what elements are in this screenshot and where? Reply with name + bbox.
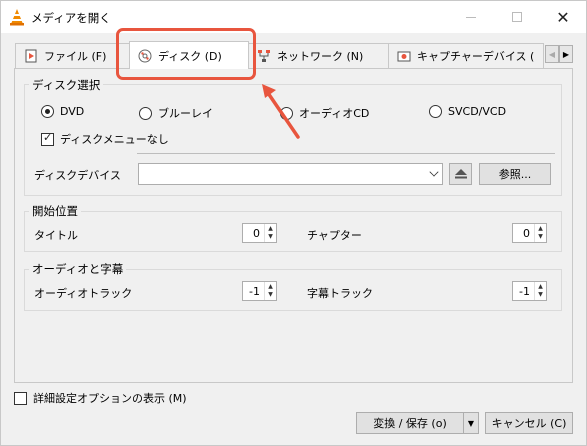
radio-svcd-vcd[interactable]: SVCD/VCD (429, 105, 506, 118)
disc-selection-title: ディスク選択 (29, 77, 104, 93)
radio-audio-cd-label: オーディオCD (299, 107, 370, 120)
subtitle-track-label: 字幕トラック (307, 287, 373, 300)
title-label: タイトル (34, 229, 78, 242)
cancel-label: キャンセル (C) (491, 417, 567, 430)
disc-device-combo[interactable] (138, 163, 443, 185)
highlight-box (116, 28, 256, 80)
close-icon: ✕ (556, 7, 570, 27)
show-advanced-options-indicator[interactable] (14, 391, 27, 405)
chevron-down-icon (429, 167, 439, 177)
audio-subtitles-title: オーディオと字幕 (29, 261, 127, 277)
tab-scroll-left-button[interactable]: ◀ (545, 45, 559, 63)
spin-arrows-icon[interactable]: ▲ ▼ (534, 282, 546, 300)
radio-bluray[interactable]: ブルーレイ (139, 105, 213, 121)
radio-svcd-vcd-label: SVCD/VCD (448, 105, 507, 118)
start-position-group (24, 211, 562, 252)
chevron-right-icon: ▶ (562, 49, 570, 59)
tab-file-label: ファイル (F) (44, 50, 107, 63)
convert-save-dropdown-button[interactable]: ▼ (463, 412, 479, 434)
radio-bluray-indicator[interactable] (139, 106, 152, 120)
maximize-icon (512, 12, 522, 22)
show-advanced-options-checkbox[interactable]: 詳細設定オプションの表示 (M) (14, 390, 187, 406)
chapter-value: 0 (523, 226, 530, 240)
subtitle-track-spinbox[interactable]: -1 ▲ ▼ (512, 281, 547, 301)
open-media-dialog: メディアを開く ✕ ファイル (F) ディスク (D) ネットワーク (N) キ… (0, 0, 587, 446)
capture-icon (397, 51, 411, 62)
tab-network[interactable]: ネットワーク (N) (248, 43, 389, 68)
cancel-button[interactable]: キャンセル (C) (485, 412, 573, 434)
tab-network-label: ネットワーク (N) (277, 50, 364, 63)
minimize-button[interactable] (448, 1, 494, 33)
chevron-left-icon: ◀ (548, 49, 556, 59)
no-disc-menu-indicator[interactable] (41, 131, 54, 146)
chevron-down-icon: ▼ (467, 418, 475, 428)
radio-dvd[interactable]: DVD (41, 105, 84, 118)
disc-device-label: ディスクデバイス (34, 169, 121, 182)
maximize-button[interactable] (494, 1, 540, 33)
tab-capture-label: キャプチャーデバイス ( (417, 50, 535, 63)
network-icon (258, 50, 270, 62)
start-position-title: 開始位置 (29, 203, 81, 219)
close-button[interactable]: ✕ (540, 1, 586, 33)
spin-arrows-icon[interactable]: ▲ ▼ (264, 282, 276, 300)
show-advanced-options-label: 詳細設定オプションの表示 (M) (33, 392, 187, 405)
radio-bluray-label: ブルーレイ (158, 107, 213, 120)
no-disc-menu-checkbox[interactable]: ディスクメニューなし (41, 131, 169, 147)
radio-dvd-label: DVD (60, 105, 85, 118)
browse-button[interactable]: 参照... (479, 163, 551, 185)
no-disc-menu-label: ディスクメニューなし (60, 133, 169, 146)
spin-arrows-icon[interactable]: ▲ ▼ (534, 224, 546, 242)
annotation-arrow-icon (262, 84, 300, 139)
title-value: 0 (253, 226, 260, 240)
separator (137, 153, 555, 154)
radio-dvd-indicator[interactable] (41, 105, 54, 118)
eject-button[interactable] (449, 163, 472, 185)
convert-save-label: 変換 / 保存 (o) (373, 417, 447, 430)
subtitle-track-value: -1 (519, 284, 530, 298)
spin-arrows-icon[interactable]: ▲ ▼ (264, 224, 276, 242)
file-icon (25, 49, 37, 63)
audio-track-spinbox[interactable]: -1 ▲ ▼ (242, 281, 277, 301)
tab-scroll-right-button[interactable]: ▶ (559, 45, 573, 63)
window-title: メディアを開く (31, 11, 111, 25)
chapter-spinbox[interactable]: 0 ▲ ▼ (512, 223, 547, 243)
convert-save-button[interactable]: 変換 / 保存 (o) (356, 412, 464, 434)
title-bar: メディアを開く ✕ (1, 1, 586, 33)
audio-track-value: -1 (249, 284, 260, 298)
vlc-cone-icon (10, 9, 24, 26)
chapter-label: チャプター (307, 229, 362, 242)
title-spinbox[interactable]: 0 ▲ ▼ (242, 223, 277, 243)
tab-capture-device[interactable]: キャプチャーデバイス ( (388, 43, 544, 68)
minimize-icon (466, 16, 476, 18)
radio-svcd-vcd-indicator[interactable] (429, 105, 442, 118)
audio-track-label: オーディオトラック (34, 287, 133, 300)
tab-file[interactable]: ファイル (F) (15, 43, 130, 68)
browse-button-label: 参照... (498, 168, 532, 181)
eject-icon (454, 169, 467, 179)
